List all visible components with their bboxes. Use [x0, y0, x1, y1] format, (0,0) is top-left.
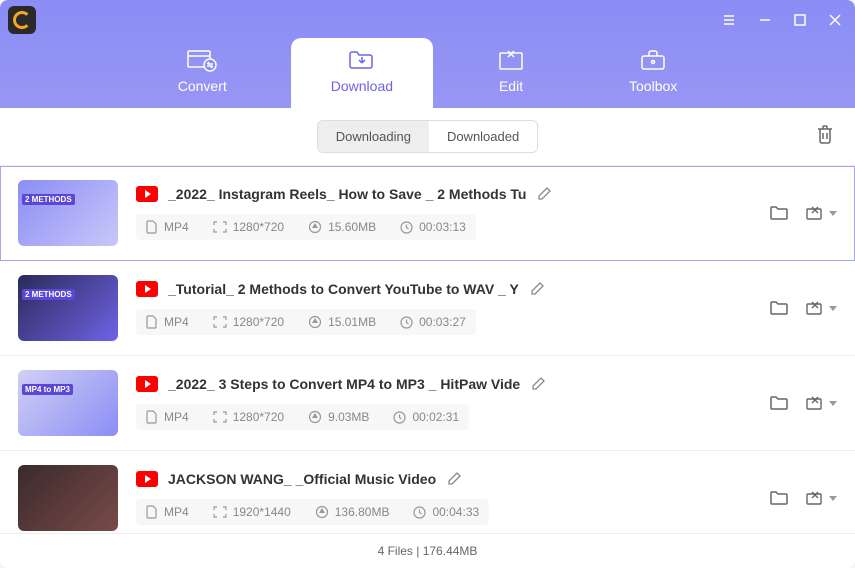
- trash-icon: [815, 123, 835, 145]
- rename-icon[interactable]: [446, 471, 462, 487]
- youtube-icon: [136, 376, 158, 392]
- list-item[interactable]: JACKSON WANG_ _Official Music Video MP4 …: [0, 451, 855, 533]
- sub-tab-downloading[interactable]: Downloading: [318, 121, 429, 152]
- scissors-icon: [805, 394, 825, 412]
- thumbnail: 2 METHODS: [18, 275, 118, 341]
- edit-video-button[interactable]: [805, 204, 837, 222]
- scissors-icon: [805, 299, 825, 317]
- nav-label: Download: [331, 78, 393, 94]
- youtube-icon: [136, 281, 158, 297]
- app-window: Convert Download Edit Toolbox Downloadin…: [0, 0, 855, 568]
- item-meta: MP4 1280*720 15.01MB 00:03:27: [136, 309, 476, 335]
- nav-label: Toolbox: [629, 78, 677, 94]
- youtube-icon: [136, 471, 158, 487]
- folder-icon: [769, 489, 789, 507]
- nav-label: Convert: [178, 78, 227, 94]
- subheader: Downloading Downloaded: [0, 108, 855, 166]
- file-icon: [146, 505, 158, 519]
- youtube-icon: [136, 186, 158, 202]
- edit-video-button[interactable]: [805, 394, 837, 412]
- footer-summary: 4 Files | 176.44MB: [0, 533, 855, 568]
- nav-tab-convert[interactable]: Convert: [138, 38, 267, 108]
- sub-tab-group: Downloading Downloaded: [317, 120, 538, 153]
- resolution-icon: [213, 316, 227, 328]
- list-item[interactable]: 2 METHODS _Tutorial_ 2 Methods to Conver…: [0, 261, 855, 356]
- item-meta: MP4 1920*1440 136.80MB 00:04:33: [136, 499, 489, 525]
- folder-icon: [769, 299, 789, 317]
- app-logo: [8, 6, 36, 34]
- clock-icon: [400, 316, 413, 329]
- download-icon: [348, 48, 376, 72]
- chevron-down-icon: [829, 306, 837, 311]
- nav-tab-download[interactable]: Download: [291, 38, 433, 108]
- size-icon: [308, 220, 322, 234]
- titlebar: [0, 0, 855, 38]
- item-meta: MP4 1280*720 15.60MB 00:03:13: [136, 214, 476, 240]
- rename-icon[interactable]: [529, 281, 545, 297]
- toolbox-icon: [639, 48, 667, 72]
- open-folder-button[interactable]: [769, 394, 789, 412]
- file-icon: [146, 410, 158, 424]
- chevron-down-icon: [829, 401, 837, 406]
- resolution-icon: [213, 221, 227, 233]
- file-icon: [146, 220, 158, 234]
- chevron-down-icon: [829, 211, 837, 216]
- rename-icon[interactable]: [536, 186, 552, 202]
- item-title: _2022_ 3 Steps to Convert MP4 to MP3 _ H…: [168, 376, 520, 392]
- resolution-icon: [213, 506, 227, 518]
- size-icon: [308, 315, 322, 329]
- edit-video-button[interactable]: [805, 489, 837, 507]
- item-title: JACKSON WANG_ _Official Music Video: [168, 471, 436, 487]
- clock-icon: [413, 506, 426, 519]
- edit-icon: [497, 48, 525, 72]
- sub-tab-downloaded[interactable]: Downloaded: [429, 121, 537, 152]
- file-icon: [146, 315, 158, 329]
- thumbnail: MP4 to MP3: [18, 370, 118, 436]
- item-meta: MP4 1280*720 9.03MB 00:02:31: [136, 404, 469, 430]
- close-icon[interactable]: [827, 12, 843, 28]
- nav-label: Edit: [499, 78, 523, 94]
- resolution-icon: [213, 411, 227, 423]
- clock-icon: [393, 411, 406, 424]
- item-title: _Tutorial_ 2 Methods to Convert YouTube …: [168, 281, 519, 297]
- menu-icon[interactable]: [721, 12, 737, 28]
- minimize-icon[interactable]: [757, 12, 773, 28]
- scissors-icon: [805, 204, 825, 222]
- scissors-icon: [805, 489, 825, 507]
- maximize-icon[interactable]: [793, 13, 807, 27]
- size-icon: [308, 410, 322, 424]
- delete-button[interactable]: [815, 123, 835, 150]
- thumbnail: 2 METHODS: [18, 180, 118, 246]
- item-title: _2022_ Instagram Reels_ How to Save _ 2 …: [168, 186, 526, 202]
- folder-icon: [769, 394, 789, 412]
- header: Convert Download Edit Toolbox: [0, 0, 855, 108]
- download-list: 2 METHODS _2022_ Instagram Reels_ How to…: [0, 166, 855, 533]
- nav-tabs: Convert Download Edit Toolbox: [0, 38, 855, 108]
- clock-icon: [400, 221, 413, 234]
- window-controls: [721, 12, 843, 28]
- nav-tab-toolbox[interactable]: Toolbox: [589, 38, 717, 108]
- convert-icon: [187, 48, 217, 72]
- thumbnail: [18, 465, 118, 531]
- open-folder-button[interactable]: [769, 489, 789, 507]
- open-folder-button[interactable]: [769, 204, 789, 222]
- open-folder-button[interactable]: [769, 299, 789, 317]
- chevron-down-icon: [829, 496, 837, 501]
- nav-tab-edit[interactable]: Edit: [457, 38, 565, 108]
- rename-icon[interactable]: [530, 376, 546, 392]
- list-item[interactable]: MP4 to MP3 _2022_ 3 Steps to Convert MP4…: [0, 356, 855, 451]
- list-item[interactable]: 2 METHODS _2022_ Instagram Reels_ How to…: [0, 166, 855, 261]
- size-icon: [315, 505, 329, 519]
- folder-icon: [769, 204, 789, 222]
- edit-video-button[interactable]: [805, 299, 837, 317]
